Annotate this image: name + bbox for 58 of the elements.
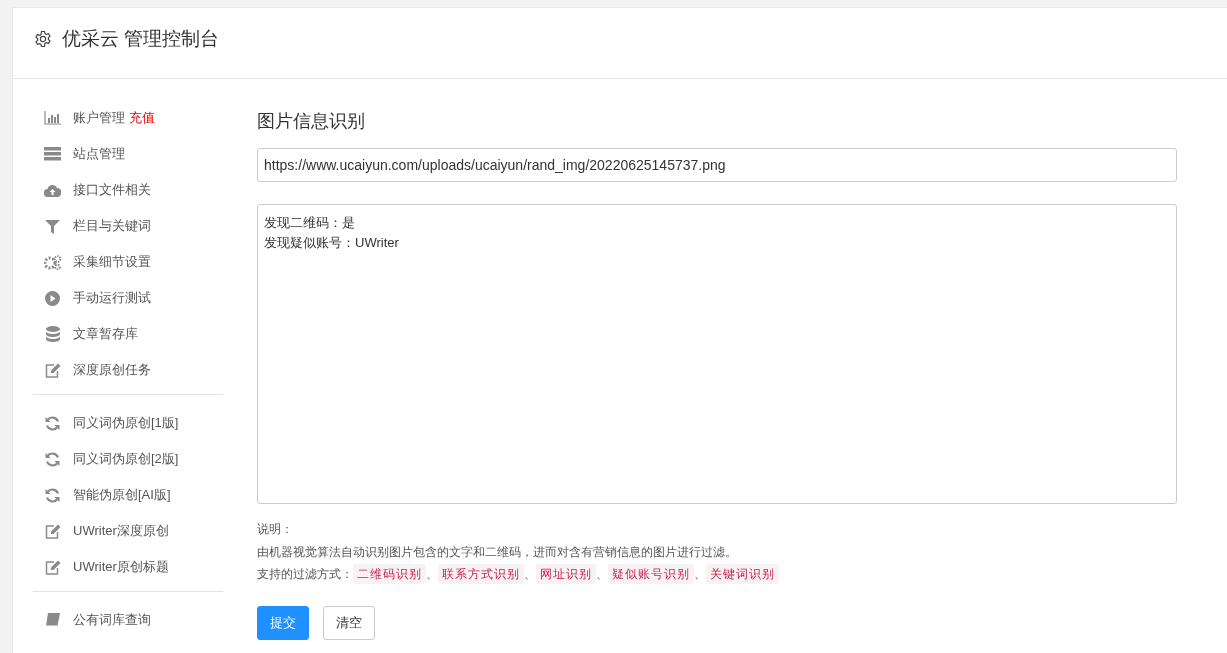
- result-field[interactable]: 发现二维码：是 发现疑似账号：UWriter: [257, 204, 1177, 504]
- filter-tag: 网址识别: [536, 564, 596, 585]
- edit-icon: [44, 362, 61, 378]
- cloud-upload-icon: [44, 183, 61, 197]
- filter-tag: 疑似账号识别: [608, 564, 694, 585]
- sidebar-label: 文章暂存库: [73, 325, 138, 343]
- sidebar-item[interactable]: 采集细节设置: [33, 244, 223, 280]
- sidebar-item[interactable]: 智能伪原创[AI版]: [33, 477, 223, 513]
- sidebar-label: 账户管理 充值: [73, 109, 155, 127]
- refresh-icon: [45, 487, 60, 503]
- sidebar-item[interactable]: 同义词伪原创[1版]: [33, 405, 223, 441]
- separator: 、: [596, 566, 608, 583]
- filter-tag: 联系方式识别: [438, 564, 524, 585]
- separator: 、: [426, 566, 438, 583]
- sidebar-label: 采集细节设置: [73, 253, 151, 271]
- sidebar-item[interactable]: UWriter原创标题: [33, 549, 223, 585]
- notes-description: 由机器视觉算法自动识别图片包含的文字和二维码，进而对含有营销信息的图片进行过滤。: [257, 544, 737, 559]
- refresh-icon: [45, 415, 60, 431]
- filter-tag: 关键词识别: [706, 564, 779, 585]
- server-icon: [44, 147, 61, 161]
- url-field[interactable]: https://www.ucaiyun.com/uploads/ucaiyun/rand_img/20220625145737.png: [257, 148, 1177, 182]
- clear-button[interactable]: 清空: [323, 605, 375, 640]
- bar-chart-icon: [44, 111, 61, 125]
- sidebar-label: UWriter原创标题: [73, 558, 169, 576]
- sidebar-label: 栏目与关键词: [73, 217, 151, 235]
- separator: 、: [524, 566, 536, 583]
- play-icon: [45, 290, 60, 306]
- filter-icon: [45, 218, 60, 234]
- settings-icon: [34, 30, 52, 48]
- sidebar-label: 同义词伪原创[2版]: [73, 450, 179, 468]
- sidebar-item[interactable]: 账户管理 充值: [33, 100, 223, 136]
- edit-icon: [44, 559, 61, 575]
- sidebar-item[interactable]: 文章暂存库: [33, 316, 223, 352]
- sidebar-label: 公有词库查询: [73, 611, 151, 629]
- sidebar-label: 站点管理: [73, 145, 125, 163]
- console-title: 优采云 管理控制台: [62, 27, 220, 51]
- sidebar-label: 深度原创任务: [73, 361, 151, 379]
- filter-tag: 二维码识别: [353, 564, 426, 585]
- sidebar-item[interactable]: 手动运行测试: [33, 280, 223, 316]
- sidebar-item[interactable]: 栏目与关键词: [33, 208, 223, 244]
- sidebar-item[interactable]: 站点管理: [33, 136, 223, 172]
- edit-icon: [44, 523, 61, 539]
- sidebar-label: 同义词伪原创[1版]: [73, 414, 179, 432]
- filters-label: 支持的过滤方式：: [257, 566, 353, 583]
- sidebar-label: 接口文件相关: [73, 181, 151, 199]
- sidebar-label: 手动运行测试: [73, 289, 151, 307]
- sidebar-label: UWriter深度原创: [73, 522, 169, 540]
- notes-heading: 说明：: [257, 522, 293, 536]
- sidebar-item[interactable]: UWriter深度原创: [33, 513, 223, 549]
- sidebar-item[interactable]: 接口文件相关: [33, 172, 223, 208]
- separator: 、: [694, 566, 706, 583]
- section-title: 图片信息识别: [257, 110, 366, 133]
- database-icon: [45, 326, 60, 342]
- refresh-icon: [45, 451, 60, 467]
- sidebar-label: 智能伪原创[AI版]: [73, 486, 171, 504]
- sidebar-item[interactable]: 公有词库查询: [33, 602, 223, 638]
- sidebar-item[interactable]: 深度原创任务: [33, 352, 223, 388]
- sidebar-item[interactable]: 同义词伪原创[2版]: [33, 441, 223, 477]
